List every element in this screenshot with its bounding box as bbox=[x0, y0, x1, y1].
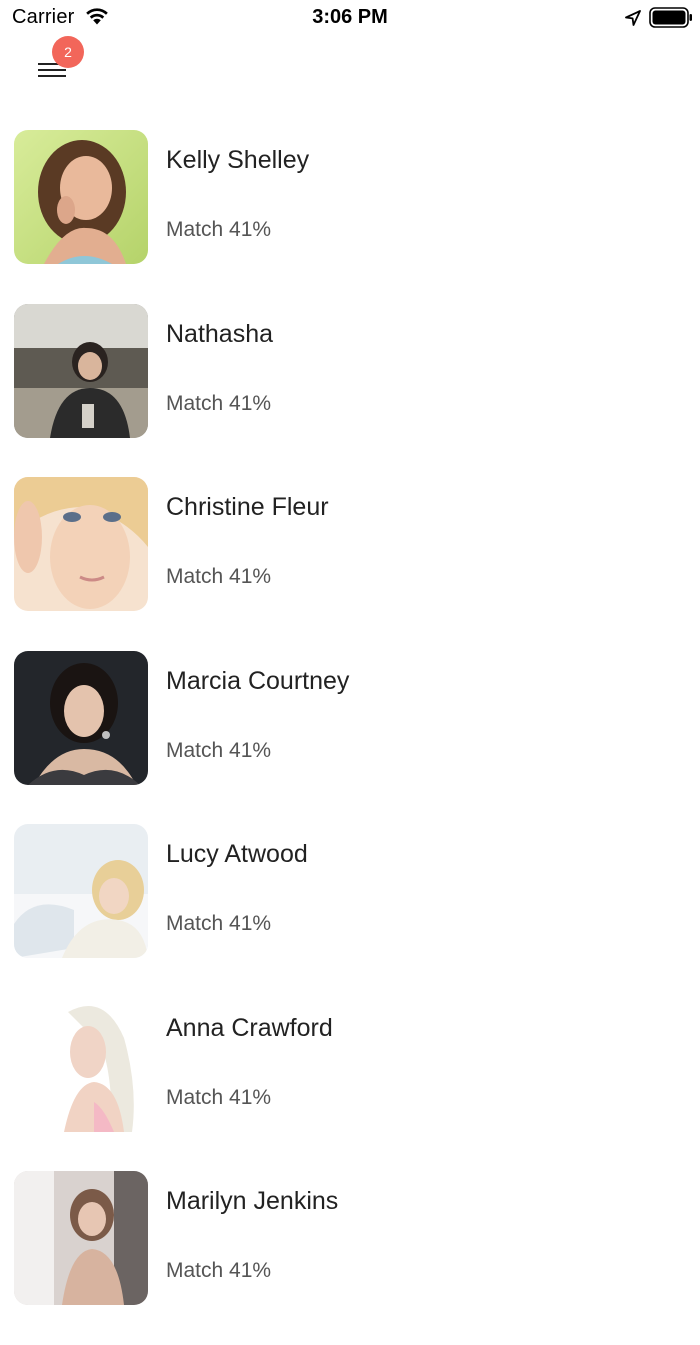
match-row[interactable]: Marilyn Jenkins Match 41% bbox=[0, 1171, 700, 1345]
avatar bbox=[14, 303, 148, 438]
match-percentage: Match 41% bbox=[166, 1259, 272, 1282]
match-percentage: Match 41% bbox=[166, 912, 272, 935]
avatar bbox=[14, 824, 148, 958]
match-name: Anna Crawford bbox=[166, 1013, 333, 1042]
avatar bbox=[14, 130, 148, 264]
match-row[interactable]: Christine Fleur Match 41% bbox=[0, 477, 700, 651]
avatar bbox=[14, 650, 148, 785]
match-percentage: Match 41% bbox=[166, 1085, 272, 1109]
match-name: Lucy Atwood bbox=[166, 840, 308, 868]
clock: 3:06 PM bbox=[312, 6, 388, 28]
match-row[interactable]: Nathasha Match 41% bbox=[0, 303, 700, 478]
match-percentage: Match 41% bbox=[166, 565, 272, 588]
battery-icon bbox=[649, 7, 692, 28]
match-name: Marilyn Jenkins bbox=[166, 1187, 339, 1215]
match-row[interactable]: Marcia Courtney Match 41% bbox=[0, 650, 700, 825]
match-name: Christine Fleur bbox=[166, 493, 329, 521]
status-bar: Carrier 3:06 PM bbox=[0, 0, 700, 40]
avatar bbox=[14, 1171, 148, 1305]
avatar bbox=[14, 997, 148, 1132]
match-name: Marcia Courtney bbox=[166, 666, 350, 695]
match-percentage: Match 41% bbox=[166, 738, 272, 762]
match-percentage: Match 41% bbox=[166, 218, 272, 241]
notification-badge: 2 bbox=[52, 36, 84, 68]
match-name: Kelly Shelley bbox=[166, 146, 310, 174]
match-list: Kelly Shelley Match 41% Nathasha Match 4… bbox=[0, 130, 700, 1345]
match-row[interactable]: Lucy Atwood Match 41% bbox=[0, 824, 700, 998]
match-row[interactable]: Anna Crawford Match 41% bbox=[0, 997, 700, 1172]
match-row[interactable]: Kelly Shelley Match 41% bbox=[0, 130, 700, 304]
match-percentage: Match 41% bbox=[166, 391, 272, 415]
avatar bbox=[14, 477, 148, 611]
match-name: Nathasha bbox=[166, 319, 274, 348]
location-arrow-icon bbox=[625, 10, 641, 26]
